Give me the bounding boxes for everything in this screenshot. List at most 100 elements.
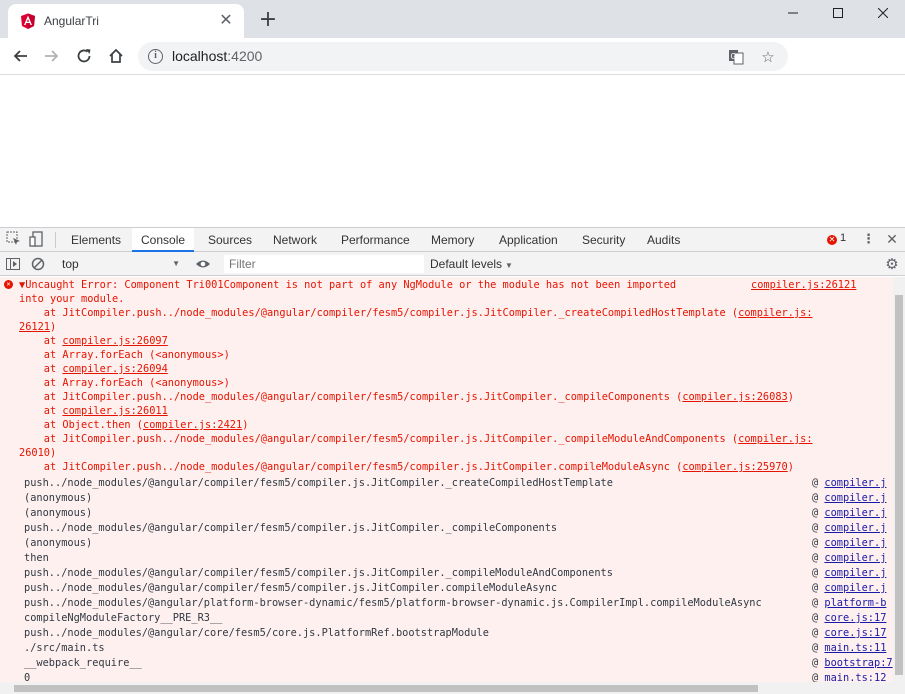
maximize-window-icon[interactable] [815, 0, 860, 30]
trace-source-link[interactable]: compiler.js:2421 [143, 419, 242, 431]
vertical-scrollbar[interactable] [893, 277, 905, 694]
tab-elements[interactable]: Elements [62, 228, 130, 252]
stack-frame-source[interactable]: @ compiler.j [812, 536, 886, 550]
error-source-link[interactable]: compiler.js:26121 [751, 278, 856, 292]
stack-frame-source-link[interactable]: compiler.j [824, 507, 886, 519]
trace-source-link[interactable]: compiler.js:26097 [62, 335, 167, 347]
new-tab-button[interactable]: + [256, 8, 280, 32]
trace-source-link[interactable]: 26121 [19, 321, 50, 333]
angular-logo-icon [21, 13, 35, 29]
trace-line: at JitCompiler.push../node_modules/@angu… [19, 432, 813, 446]
address-bar[interactable]: i localhost:4200 G ☆ [138, 42, 788, 71]
tab-sources[interactable]: Sources [199, 228, 261, 252]
at-sign: @ [812, 492, 819, 504]
trace-text: at [19, 335, 63, 347]
stack-frame-source-link[interactable]: compiler.j [824, 492, 886, 504]
stack-frame-source-link[interactable]: compiler.j [824, 537, 886, 549]
trace-line: 26010) [19, 446, 56, 460]
url-text[interactable]: localhost:4200 [172, 48, 262, 64]
info-icon[interactable]: i [148, 49, 163, 64]
devtools-menu-icon[interactable]: ⋮ [862, 230, 875, 250]
stack-frame-source[interactable]: @ compiler.j [812, 551, 886, 565]
stack-frame-source[interactable]: @ compiler.j [812, 581, 886, 595]
trace-source-link[interactable]: compiler.js: [738, 307, 812, 319]
translate-icon[interactable]: G [726, 47, 746, 67]
stack-frame-source-link[interactable]: compiler.j [824, 582, 886, 594]
error-source-link-text[interactable]: compiler.js:26121 [751, 279, 856, 291]
tab-application[interactable]: Application [490, 228, 567, 252]
trace-source-link[interactable]: compiler.js:26083 [682, 391, 787, 403]
tab-network[interactable]: Network [264, 228, 326, 252]
trace-source-link[interactable]: compiler.js:26094 [62, 363, 167, 375]
vertical-scrollbar-thumb[interactable] [895, 295, 903, 675]
horizontal-scrollbar-thumb[interactable] [14, 685, 758, 692]
stack-frame-source-link[interactable]: core.js:17 [824, 627, 886, 639]
trace-source-link[interactable]: compiler.js:25970 [682, 461, 787, 473]
tab-console[interactable]: Console [132, 228, 195, 252]
log-levels-label: Default levels [430, 257, 503, 271]
browser-toolbar: i localhost:4200 G ☆ JP S ⋮ [0, 38, 905, 104]
stack-frame-source[interactable]: @ bootstrap:7 [812, 656, 893, 670]
tab-security[interactable]: Security [573, 228, 634, 252]
stack-frame-source[interactable]: @ compiler.j [812, 491, 886, 505]
trace-source-link[interactable]: compiler.js:26011 [62, 405, 167, 417]
browser-titlebar: AngularTri ✕ + [0, 0, 905, 38]
chevron-down-icon: ▼ [172, 259, 180, 268]
sidebar-toggle-icon[interactable] [5, 256, 21, 272]
stack-frame-source[interactable]: @ main.ts:11 [812, 641, 886, 655]
stack-frame-source[interactable]: @ main.ts:12 [812, 671, 886, 682]
tab-performance[interactable]: Performance [332, 228, 419, 252]
back-arrow-icon[interactable] [8, 44, 32, 68]
stack-frame-source-link[interactable]: compiler.j [824, 522, 886, 534]
stack-frame-source[interactable]: @ compiler.j [812, 566, 886, 580]
forward-arrow-icon[interactable] [40, 44, 64, 68]
stack-frame-source[interactable]: @ compiler.j [812, 476, 886, 490]
horizontal-scrollbar[interactable] [0, 682, 893, 694]
stack-frame-source-link[interactable]: main.ts:12 [824, 672, 886, 682]
tab-memory[interactable]: Memory [422, 228, 483, 252]
stack-frame-source[interactable]: @ platform-b [812, 596, 886, 610]
close-window-icon[interactable] [860, 0, 905, 30]
stack-frame-source[interactable]: @ compiler.j [812, 506, 886, 520]
reload-icon[interactable] [72, 44, 96, 68]
minimize-window-icon[interactable] [770, 0, 815, 30]
tab-close-icon[interactable]: ✕ [216, 10, 236, 30]
error-message[interactable]: ▼Uncaught Error: Component Tri001Compone… [19, 278, 676, 292]
at-sign: @ [812, 657, 819, 669]
star-icon[interactable]: ☆ [758, 47, 778, 67]
context-selector[interactable]: top ▼ [56, 254, 184, 274]
trace-text-after: ) [787, 461, 794, 473]
trace-line: at compiler.js:26094 [19, 362, 168, 376]
stack-frame-source-link[interactable]: platform-b [824, 597, 886, 609]
stack-frame-source[interactable]: @ core.js:17 [812, 611, 886, 625]
filter-input[interactable] [224, 255, 424, 273]
stack-frame-source[interactable]: @ compiler.j [812, 521, 886, 535]
tab-audits[interactable]: Audits [638, 228, 689, 252]
url-host: localhost [172, 48, 228, 64]
stack-frame-function: (anonymous) [24, 537, 93, 549]
stack-frame-source-link[interactable]: bootstrap:7 [824, 657, 892, 669]
device-toolbar-icon[interactable] [29, 231, 45, 247]
eye-icon[interactable] [195, 256, 211, 272]
at-sign: @ [812, 597, 819, 609]
clear-console-icon[interactable] [30, 256, 46, 272]
stack-frame-function: compileNgModuleFactory__PRE_R3__ [24, 612, 223, 624]
inspect-element-icon[interactable] [6, 231, 22, 247]
browser-tab[interactable]: AngularTri ✕ [8, 4, 244, 38]
stack-frame-source-link[interactable]: compiler.j [824, 477, 886, 489]
trace-source-link[interactable]: compiler.js: [738, 433, 812, 445]
stack-frame-source-link[interactable]: core.js:17 [824, 612, 886, 624]
stack-frame-source[interactable]: @ core.js:17 [812, 626, 886, 640]
log-levels-dropdown[interactable]: Default levels ▼ [430, 254, 513, 274]
devtools-close-icon[interactable]: ✕ [884, 230, 900, 250]
stack-frame-function: push../node_modules/@angular/compiler/fe… [24, 582, 558, 594]
stack-frame-function: push../node_modules/@angular/compiler/fe… [24, 567, 613, 579]
gear-icon[interactable]: ⚙ [884, 256, 900, 272]
stack-frame-source-link[interactable]: main.ts:11 [824, 642, 886, 654]
stack-frame-source-link[interactable]: compiler.j [824, 552, 886, 564]
tab-title: AngularTri [44, 14, 99, 28]
home-icon[interactable] [104, 44, 128, 68]
error-counter[interactable]: ✕ 1 [827, 232, 846, 245]
at-sign: @ [812, 537, 819, 549]
stack-frame-source-link[interactable]: compiler.j [824, 567, 886, 579]
